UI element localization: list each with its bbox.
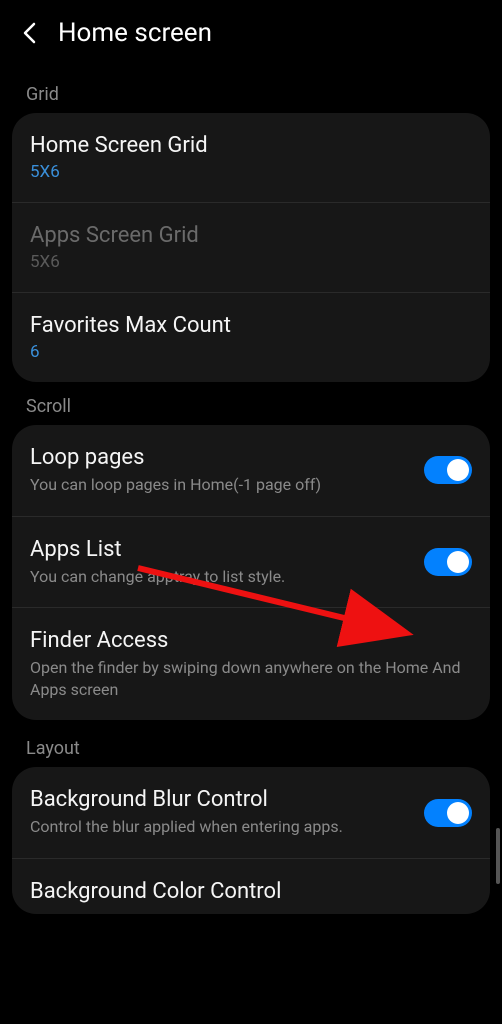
favorites-max-count-row[interactable]: Favorites Max Count 6 bbox=[12, 293, 490, 382]
loop-pages-desc: You can loop pages in Home(-1 page off) bbox=[30, 474, 412, 496]
layout-card: Background Blur Control Control the blur… bbox=[12, 767, 490, 914]
apps-list-toggle[interactable] bbox=[424, 548, 472, 576]
home-screen-grid-title: Home Screen Grid bbox=[30, 133, 472, 158]
section-label-grid: Grid bbox=[0, 70, 502, 113]
finder-access-row[interactable]: Finder Access Open the finder by swiping… bbox=[12, 608, 490, 720]
loop-pages-title: Loop pages bbox=[30, 445, 412, 470]
home-screen-grid-row[interactable]: Home Screen Grid 5X6 bbox=[12, 113, 490, 203]
section-label-scroll: Scroll bbox=[0, 382, 502, 425]
bg-blur-row[interactable]: Background Blur Control Control the blur… bbox=[12, 767, 490, 859]
grid-card: Home Screen Grid 5X6 Apps Screen Grid 5X… bbox=[12, 113, 490, 382]
finder-access-desc: Open the finder by swiping down anywhere… bbox=[30, 657, 472, 700]
finder-access-title: Finder Access bbox=[30, 628, 472, 653]
scrollbar[interactable] bbox=[496, 828, 500, 884]
apps-list-row[interactable]: Apps List You can change apptray to list… bbox=[12, 517, 490, 609]
header: Home screen bbox=[0, 0, 502, 70]
apps-screen-grid-title: Apps Screen Grid bbox=[30, 223, 472, 248]
back-icon[interactable] bbox=[18, 22, 40, 44]
bg-blur-desc: Control the blur applied when entering a… bbox=[30, 816, 412, 838]
apps-list-title: Apps List bbox=[30, 537, 412, 562]
page-title: Home screen bbox=[58, 18, 212, 48]
scroll-card: Loop pages You can loop pages in Home(-1… bbox=[12, 425, 490, 720]
loop-pages-row[interactable]: Loop pages You can loop pages in Home(-1… bbox=[12, 425, 490, 517]
favorites-max-count-title: Favorites Max Count bbox=[30, 313, 472, 338]
apps-list-desc: You can change apptray to list style. bbox=[30, 566, 412, 588]
bg-blur-toggle[interactable] bbox=[424, 799, 472, 827]
home-screen-grid-value: 5X6 bbox=[30, 162, 472, 182]
favorites-max-count-value: 6 bbox=[30, 342, 472, 362]
apps-screen-grid-row: Apps Screen Grid 5X6 bbox=[12, 203, 490, 293]
bg-color-title: Background Color Control bbox=[30, 879, 472, 904]
apps-screen-grid-value: 5X6 bbox=[30, 252, 472, 272]
section-label-layout: Layout bbox=[0, 720, 502, 767]
loop-pages-toggle[interactable] bbox=[424, 456, 472, 484]
bg-blur-title: Background Blur Control bbox=[30, 787, 412, 812]
bg-color-row[interactable]: Background Color Control bbox=[12, 859, 490, 914]
